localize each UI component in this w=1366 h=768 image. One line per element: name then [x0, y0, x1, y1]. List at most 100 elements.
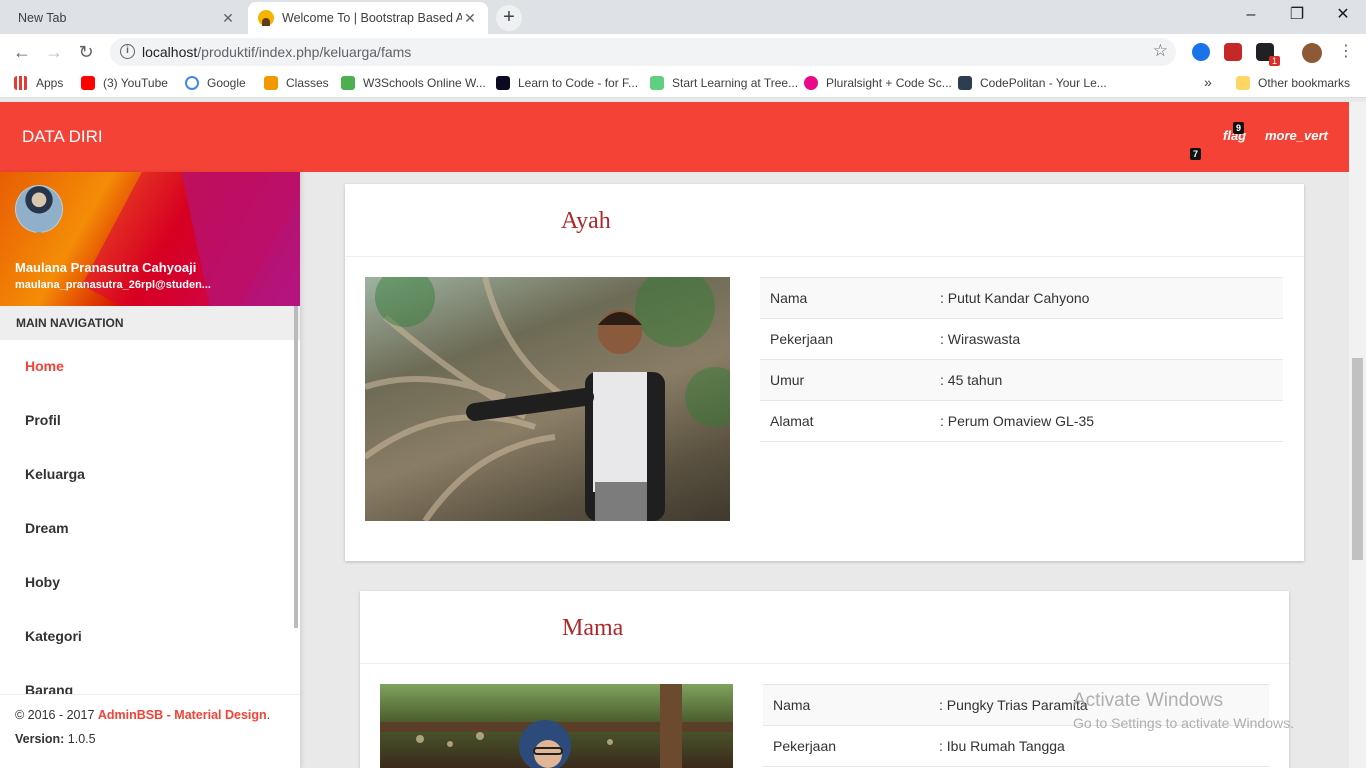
bookmark-w3schools[interactable]: W3Schools Online W... [341, 76, 486, 90]
site-info-icon[interactable]: i [120, 44, 135, 59]
flag-count-badge: 9 [1233, 122, 1245, 134]
url-text: localhost/produktif/index.php/keluarga/f… [142, 44, 411, 60]
table-row: Pekerjaan: Wiraswasta [760, 318, 1283, 360]
more-vert-icon[interactable]: more_vert [1265, 128, 1328, 143]
sidebar-item-keluarga[interactable]: Keluarga [0, 448, 300, 502]
main-menu: Home Profil Keluarga Dream Hoby Kategori… [0, 340, 300, 718]
forward-icon[interactable]: → [42, 40, 66, 64]
classroom-icon [264, 76, 278, 90]
page-scrollbar-thumb[interactable] [1352, 358, 1363, 560]
sidebar-item-profil[interactable]: Profil [0, 394, 300, 448]
extension-notes-icon[interactable]: 1 [1256, 43, 1280, 66]
close-window-button[interactable]: ✕ [1320, 0, 1366, 32]
mother-photo [380, 684, 733, 768]
extension-badge: 1 [1268, 56, 1280, 66]
user-name: Maulana Pranasutra Cahyoaji [15, 260, 197, 275]
bookmark-codepolitan[interactable]: CodePolitan - Your Le... [958, 76, 1107, 90]
mother-photo-image [380, 684, 733, 768]
close-tab-icon[interactable]: ✕ [462, 10, 478, 27]
field-value: : Wiraswasta [930, 318, 1283, 360]
user-email: maulana_pranasutra_26rpl@studen... [15, 279, 211, 291]
bookmark-label: Other bookmarks [1258, 76, 1351, 90]
back-icon[interactable]: ← [10, 40, 34, 64]
father-photo [365, 277, 730, 521]
url-input[interactable]: i localhost/produktif/index.php/keluarga… [110, 38, 1176, 66]
tab-title: New Tab [18, 11, 67, 25]
bookmark-label: CodePolitan - Your Le... [980, 76, 1107, 90]
copyright: © 2016 - 2017 AdminBSB - Material Design… [15, 708, 271, 722]
bookmark-apps[interactable]: Apps [14, 76, 63, 90]
table-row: Alamat: Perum Omaview GL-35 [760, 400, 1283, 442]
profile-avatar-icon[interactable] [1302, 43, 1322, 63]
sidebar-item-hoby[interactable]: Hoby [0, 556, 300, 610]
address-bar: ← → ↻ i localhost/produktif/index.php/ke… [0, 34, 1366, 70]
tab-title: Welcome To | Bootstrap Based Admin Templ… [282, 11, 462, 25]
bookmark-star-icon[interactable]: ☆ [1153, 41, 1168, 61]
youtube-icon [81, 76, 95, 90]
bookmark-label: Pluralsight + Code Sc... [826, 76, 952, 90]
card-header: Ayah [345, 184, 1304, 257]
reload-icon[interactable]: ↻ [74, 40, 98, 64]
tab-new-tab[interactable]: New Tab ✕ [8, 2, 246, 34]
version: Version: 1.0.5 [15, 732, 96, 746]
bookmark-label: (3) YouTube [103, 76, 168, 90]
bookmark-pluralsight[interactable]: Pluralsight + Code Sc... [804, 76, 952, 90]
field-label: Pekerjaan [763, 725, 929, 767]
other-bookmarks-folder[interactable]: Other bookmarks [1236, 76, 1350, 90]
field-value: : Perum Omaview GL-35 [930, 400, 1283, 442]
bookmark-label: Apps [36, 76, 64, 90]
father-photo-image [365, 277, 730, 521]
new-tab-button[interactable]: + [496, 5, 522, 31]
w3schools-icon [341, 76, 355, 90]
menu-header: MAIN NAVIGATION [0, 306, 300, 340]
field-label: Umur [760, 359, 930, 401]
field-label: Alamat [760, 400, 930, 442]
bookmark-label: Start Learning at Tree... [672, 76, 799, 90]
minimize-button[interactable]: – [1228, 0, 1274, 32]
notification-count-badge: 7 [1190, 148, 1202, 160]
bookmark-label: Learn to Code - for F... [518, 76, 639, 90]
field-label: Nama [760, 277, 930, 319]
field-label: Nama [763, 684, 929, 726]
bookmark-freecodecamp[interactable]: Learn to Code - for F... [496, 76, 638, 90]
table-row: Nama: Putut Kandar Cahyono [760, 277, 1283, 319]
sidebar-item-home[interactable]: Home [0, 340, 300, 394]
card-title: Ayah [561, 208, 611, 234]
close-tab-icon[interactable]: ✕ [220, 10, 236, 27]
bookmark-classes[interactable]: Classes [264, 76, 329, 90]
avatar[interactable] [15, 185, 63, 233]
card-header: Mama [360, 591, 1289, 664]
browser-tab-strip: New Tab ✕ Welcome To | Bootstrap Based A… [0, 0, 1366, 34]
sidebar-scrollbar[interactable] [294, 306, 298, 628]
extension-pdf-icon[interactable] [1224, 43, 1242, 61]
table-row: Pekerjaan: Ibu Rumah Tangga [763, 725, 1269, 767]
bookmark-google[interactable]: Google [185, 76, 246, 90]
family-card-mama: Mama Nama: Pungky Trias Paramita Pekerja… [360, 591, 1289, 768]
bookmarks-overflow-button[interactable]: » [1204, 74, 1212, 90]
windows-activation-watermark: Activate Windows Go to Settings to activ… [1073, 690, 1294, 731]
sidebar-item-kategori[interactable]: Kategori [0, 610, 300, 664]
folder-icon [1236, 76, 1250, 90]
left-sidebar: Maulana Pranasutra Cahyoaji maulana_pran… [0, 172, 300, 768]
bookmark-youtube[interactable]: (3) YouTube [81, 76, 168, 90]
tab-welcome[interactable]: Welcome To | Bootstrap Based Admin Templ… [248, 2, 488, 34]
table-row: Umur: 45 tahun [760, 359, 1283, 401]
restore-button[interactable]: ❐ [1274, 0, 1320, 32]
sidebar-item-dream[interactable]: Dream [0, 502, 300, 556]
browser-menu-icon[interactable]: ⋮ [1334, 40, 1358, 64]
page-scrollbar[interactable] [1349, 102, 1366, 768]
adminbsb-link[interactable]: AdminBSB - Material Design [98, 708, 267, 722]
codepolitan-icon [958, 76, 972, 90]
freecodecamp-icon [496, 76, 510, 90]
field-value: : Putut Kandar Cahyono [930, 277, 1283, 319]
bookmark-treehouse[interactable]: Start Learning at Tree... [650, 76, 798, 90]
brand-title[interactable]: DATA DIRI [22, 127, 103, 147]
legal-footer: © 2016 - 2017 AdminBSB - Material Design… [0, 694, 300, 768]
favicon-icon [258, 10, 274, 26]
info-table: Nama: Putut Kandar Cahyono Pekerjaan: Wi… [760, 277, 1283, 442]
bookmark-label: Classes [286, 76, 329, 90]
card-title: Mama [562, 615, 624, 641]
extension-search-icon[interactable] [1192, 43, 1210, 61]
top-navbar: DATA DIRI flag 9 7 more_vert [0, 102, 1349, 172]
watermark-subtitle: Go to Settings to activate Windows. [1073, 715, 1294, 731]
